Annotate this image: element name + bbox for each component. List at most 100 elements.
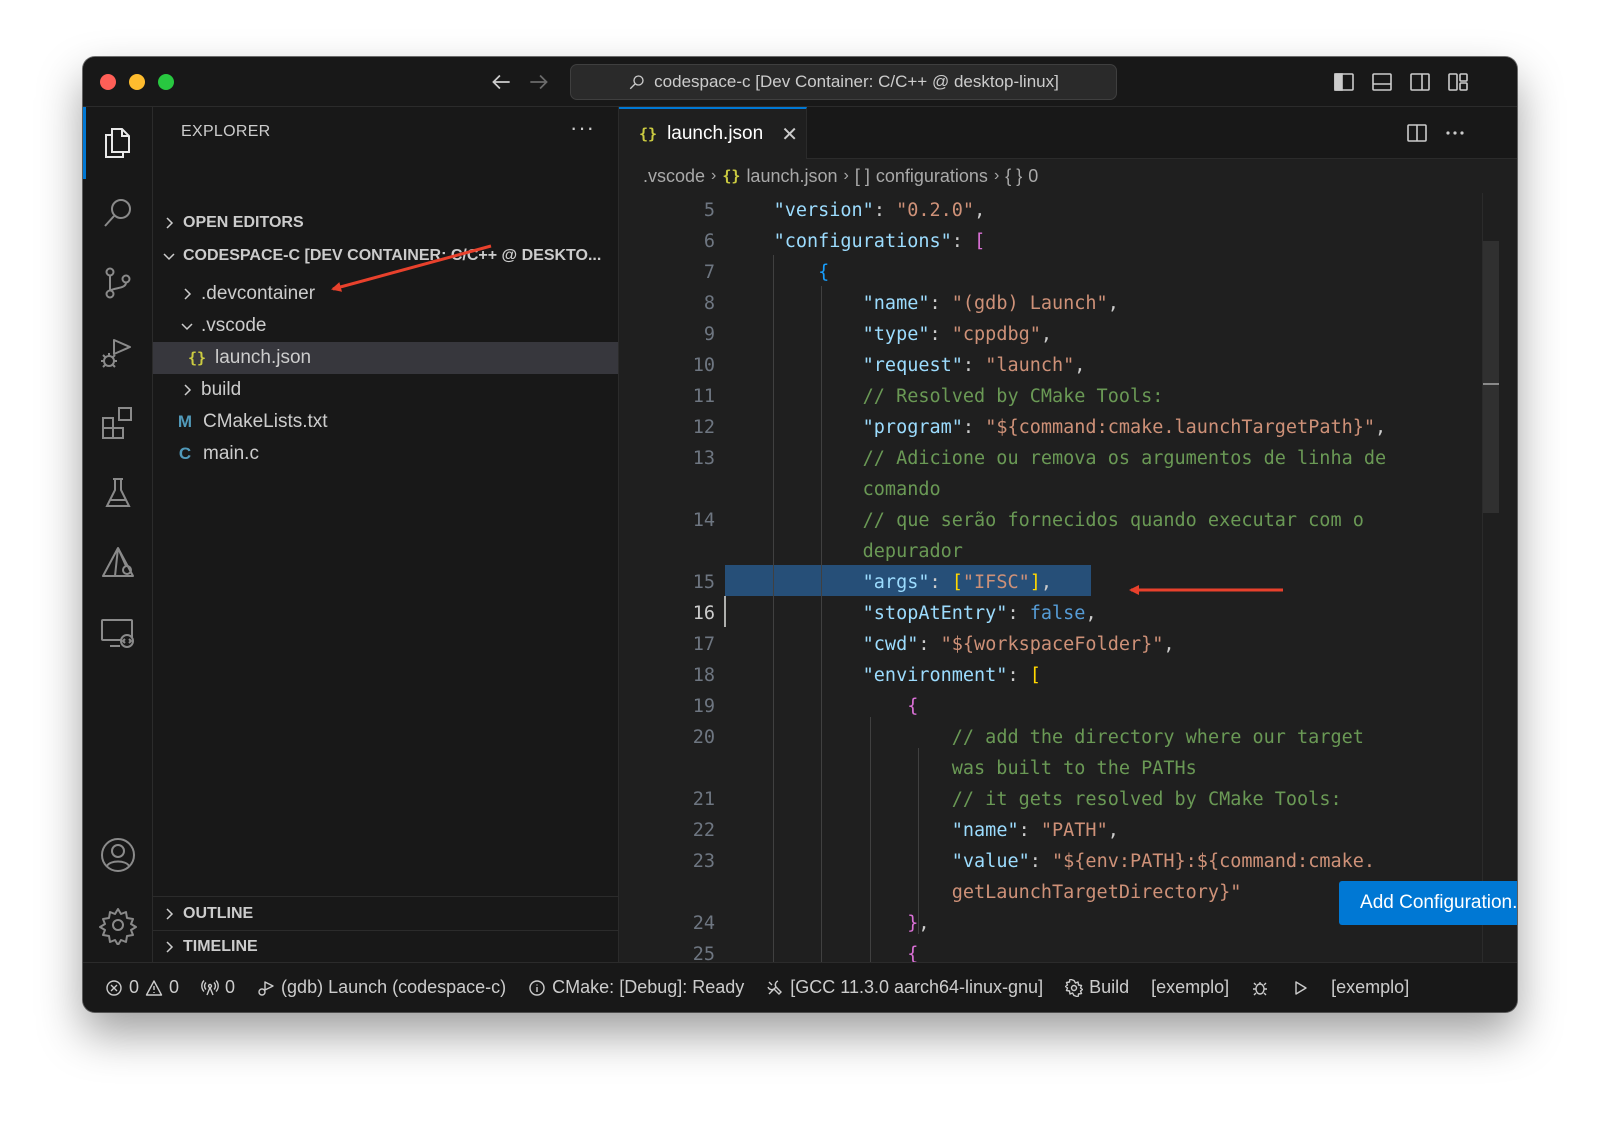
tree-item-launch-json[interactable]: {} launch.json xyxy=(153,342,618,374)
source-control-icon[interactable] xyxy=(98,263,138,303)
vscode-window: codespace-c [Dev Container: C/C++ @ desk… xyxy=(83,57,1517,1012)
editor-scrollbar[interactable] xyxy=(1482,193,1499,962)
workspace-section[interactable]: CODESPACE-C [DEV CONTAINER: C/C++ @ DESK… xyxy=(161,241,616,271)
play-icon xyxy=(1295,980,1307,995)
line-text: "cwd": "${workspaceFolder}", xyxy=(862,634,1175,655)
line-text: "version": "0.2.0", xyxy=(773,200,986,221)
line-number: 8 xyxy=(703,293,715,314)
close-window-button[interactable] xyxy=(100,74,116,90)
broadcast-icon xyxy=(201,979,219,995)
breadcrumb-item[interactable]: 0 xyxy=(1028,166,1038,187)
line-text: "environment": [ xyxy=(862,665,1041,686)
warning-count: 0 xyxy=(169,977,180,997)
tree-item-label: .vscode xyxy=(201,315,267,336)
active-view-indicator xyxy=(83,107,86,179)
line-text: "configurations": [ xyxy=(773,231,986,252)
line-text: "type": "cppdbg", xyxy=(862,324,1053,345)
launch-target-status[interactable]: [exemplo] xyxy=(1331,977,1409,998)
array-icon: [ ] xyxy=(854,165,870,186)
line-number: 13 xyxy=(692,448,715,469)
open-editors-section[interactable]: OPEN EDITORS xyxy=(161,208,304,238)
toggle-panel-icon[interactable] xyxy=(1370,70,1394,94)
tree-item-label: build xyxy=(201,379,242,400)
split-editor-icon[interactable] xyxy=(1405,121,1429,145)
explorer-more-actions-button[interactable]: ··· xyxy=(570,115,595,141)
ports-status[interactable]: 0 xyxy=(201,977,235,998)
remote-explorer-icon[interactable] xyxy=(98,613,138,653)
close-tab-icon[interactable]: ✕ xyxy=(781,122,798,147)
command-center[interactable]: codespace-c [Dev Container: C/C++ @ desk… xyxy=(570,64,1117,100)
breadcrumb-item[interactable]: launch.json xyxy=(746,166,837,187)
extensions-icon[interactable] xyxy=(98,403,138,443)
c-file-icon: C xyxy=(178,444,192,463)
run-button[interactable] xyxy=(1291,979,1309,997)
forward-arrow-icon[interactable] xyxy=(526,69,552,95)
chevron-right-icon: › xyxy=(993,167,1000,184)
code-line: 11 // Resolved by CMake Tools: xyxy=(619,381,1479,412)
cmake-status[interactable]: CMake: [Debug]: Ready xyxy=(528,977,744,998)
kit-label: [GCC 11.3.0 aarch64-linux-gnu] xyxy=(790,977,1044,997)
tab-launch-json[interactable]: {} launch.json ✕ xyxy=(619,107,807,159)
chevron-right-icon: › xyxy=(711,167,717,184)
debug-config-status[interactable]: (gdb) Launch (codespace-c) xyxy=(257,977,506,998)
search-view-icon[interactable] xyxy=(98,193,138,233)
toggle-primary-sidebar-icon[interactable] xyxy=(1332,70,1356,94)
json-file-icon: {} xyxy=(187,349,207,367)
chevron-right-icon xyxy=(166,217,174,229)
line-number: 18 xyxy=(692,665,715,686)
tree-item-main-c[interactable]: C main.c xyxy=(153,438,618,470)
scrollbar-thumb[interactable] xyxy=(1483,241,1499,513)
build-status[interactable]: Build xyxy=(1065,977,1129,998)
tree-item-build[interactable]: build xyxy=(153,374,618,406)
tab-label: launch.json xyxy=(667,123,764,144)
breadcrumb-item[interactable]: configurations xyxy=(876,166,988,187)
line-text: "args": ["IFSC"], xyxy=(862,572,1053,593)
run-and-debug-icon[interactable] xyxy=(98,333,138,373)
line-number: 22 xyxy=(692,820,715,841)
code-line: 17 "cwd": "${workspaceFolder}", xyxy=(619,629,1479,660)
line-number: 7 xyxy=(703,262,715,283)
tree-item-vscode[interactable]: .vscode xyxy=(153,310,618,342)
problems-status[interactable]: 0 0 xyxy=(105,977,179,998)
chevron-right-icon xyxy=(166,940,174,953)
code-line: was built to the PATHs xyxy=(619,753,1479,784)
tab-bar: {} launch.json ✕ xyxy=(619,107,1517,159)
error-icon xyxy=(106,979,122,996)
manage-gear-icon[interactable] xyxy=(98,905,138,946)
tree-item-devcontainer[interactable]: .devcontainer xyxy=(153,278,618,310)
cmake-icon[interactable] xyxy=(98,543,138,583)
toggle-secondary-sidebar-icon[interactable] xyxy=(1408,70,1432,94)
testing-flask-icon[interactable] xyxy=(98,473,138,513)
minimize-window-button[interactable] xyxy=(129,74,145,90)
search-icon xyxy=(629,75,644,90)
explorer-title: EXPLORER xyxy=(181,123,271,140)
tree-item-label: .devcontainer xyxy=(201,283,316,304)
title-bar: codespace-c [Dev Container: C/C++ @ desk… xyxy=(83,57,1517,107)
info-icon xyxy=(529,979,545,996)
accounts-icon[interactable] xyxy=(98,835,138,875)
zoom-window-button[interactable] xyxy=(158,74,174,90)
explorer-sidebar: EXPLORER ··· OPEN EDITORS CODESPACE-C [D… xyxy=(153,107,619,962)
code-line: 20 // add the directory where our target xyxy=(619,722,1479,753)
outline-section[interactable]: OUTLINE xyxy=(153,896,618,930)
debug-button[interactable] xyxy=(1251,979,1269,997)
code-line: 12 "program": "${command:cmake.launchTar… xyxy=(619,412,1479,443)
timeline-section[interactable]: TIMELINE xyxy=(153,930,618,962)
code-line: 21 // it gets resolved by CMake Tools: xyxy=(619,784,1479,815)
code-line: 8 "name": "(gdb) Launch", xyxy=(619,288,1479,319)
back-arrow-icon[interactable] xyxy=(488,69,514,95)
code-editor[interactable]: 5 "version": "0.2.0", 6 "configurations":… xyxy=(619,193,1517,962)
line-text: { xyxy=(907,696,919,717)
line-text: getLaunchTargetDirectory}" xyxy=(729,882,1242,903)
tools-icon xyxy=(767,979,783,995)
workspace-label: CODESPACE-C [DEV CONTAINER: C/C++ @ DESK… xyxy=(183,247,602,264)
build-target-status[interactable]: [exemplo] xyxy=(1151,977,1229,998)
more-actions-icon[interactable] xyxy=(1443,121,1467,145)
line-text: comando xyxy=(729,479,941,500)
add-configuration-button[interactable]: Add Configuration... xyxy=(1339,881,1517,925)
kit-status[interactable]: [GCC 11.3.0 aarch64-linux-gnu] xyxy=(766,977,1043,998)
customize-layout-icon[interactable] xyxy=(1446,70,1470,94)
explorer-icon[interactable] xyxy=(98,123,138,163)
breadcrumb-item[interactable]: .vscode xyxy=(643,166,705,187)
tree-item-cmakelists[interactable]: M CMakeLists.txt xyxy=(153,406,618,438)
